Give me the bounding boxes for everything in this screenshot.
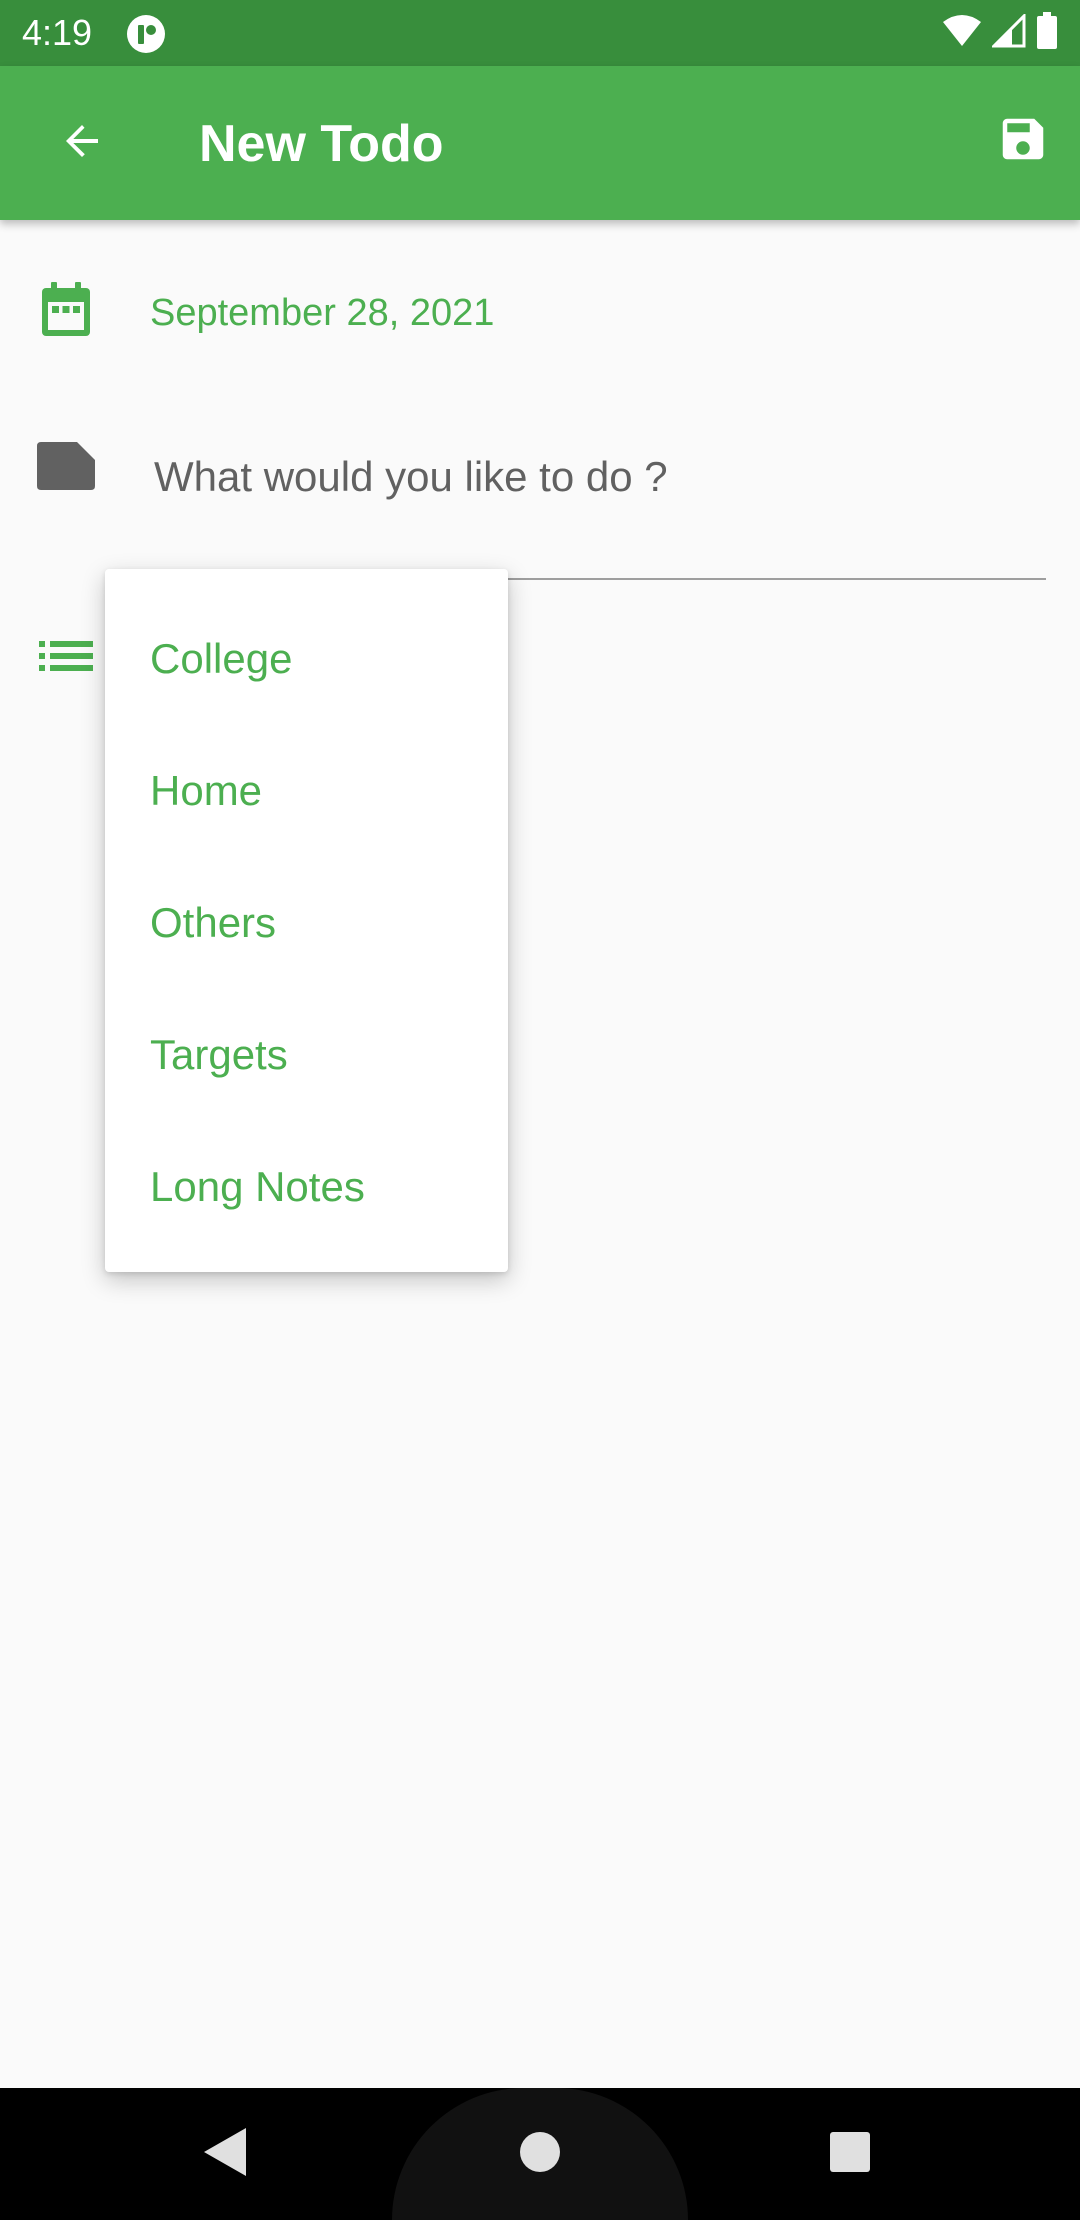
app-notification-icon	[126, 14, 166, 54]
system-nav-bar	[0, 2088, 1080, 2220]
app-bar: New Todo	[0, 66, 1080, 220]
arrow-back-icon	[58, 117, 106, 170]
save-icon	[996, 112, 1050, 171]
note-icon	[37, 441, 95, 495]
menu-item-home[interactable]: Home	[105, 725, 508, 857]
category-selector[interactable]	[38, 640, 94, 676]
calendar-icon	[38, 280, 94, 345]
nav-home-button[interactable]	[512, 2126, 568, 2182]
status-time: 4:19	[22, 12, 93, 53]
battery-icon	[1036, 11, 1058, 55]
note-icon-wrap	[36, 441, 96, 495]
wifi-icon	[942, 14, 982, 53]
menu-item-college[interactable]: College	[105, 593, 508, 725]
calendar-button[interactable]	[36, 280, 96, 345]
todo-input[interactable]	[152, 430, 1046, 580]
menu-item-targets[interactable]: Targets	[105, 989, 508, 1121]
nav-back-button[interactable]	[196, 2126, 252, 2182]
page-title: New Todo	[199, 115, 444, 173]
nav-recents-button[interactable]	[822, 2126, 878, 2182]
nav-home-icon	[518, 2130, 562, 2179]
nav-recents-icon	[828, 2130, 872, 2179]
date-text[interactable]: September 28, 2021	[150, 290, 494, 336]
cell-signal-icon	[990, 11, 1026, 53]
status-icons	[942, 11, 1058, 55]
nav-back-icon	[200, 2126, 248, 2183]
status-bar: 4:19	[0, 0, 1080, 66]
list-icon	[39, 640, 93, 676]
save-button[interactable]	[990, 108, 1056, 174]
menu-item-long-notes[interactable]: Long Notes	[105, 1121, 508, 1253]
menu-item-others[interactable]: Others	[105, 857, 508, 989]
category-dropdown-menu: College Home Others Targets Long Notes	[105, 569, 508, 1272]
back-button[interactable]	[40, 101, 124, 185]
